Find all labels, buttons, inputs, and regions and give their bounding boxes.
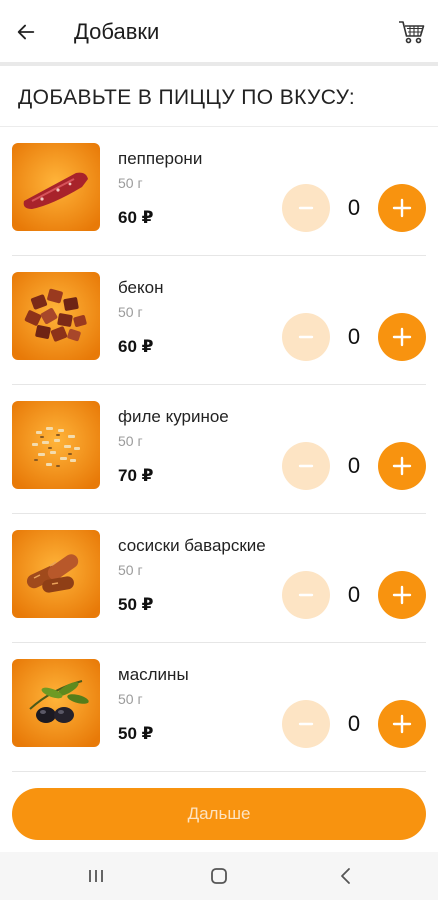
increase-button[interactable]	[378, 571, 426, 619]
plus-icon	[392, 714, 412, 734]
topping-weight: 50 г	[118, 175, 143, 191]
bacon-image	[12, 272, 100, 360]
system-back-button[interactable]	[334, 864, 358, 888]
section-title: ДОБАВЬТЕ В ПИЦЦУ ПО ВКУСУ:	[18, 86, 356, 109]
topping-price: 60 ₽	[118, 208, 154, 227]
page-title: Добавки	[74, 19, 160, 44]
decrease-button[interactable]	[282, 442, 330, 490]
topping-weight: 50 г	[118, 304, 143, 320]
topping-weight: 50 г	[118, 691, 143, 707]
recents-button[interactable]	[84, 864, 108, 888]
quantity-value: 0	[347, 195, 361, 220]
arrow-left-icon	[17, 24, 35, 40]
plus-icon	[392, 327, 412, 347]
increase-button[interactable]	[378, 442, 426, 490]
sausages-image	[12, 530, 100, 618]
increase-button[interactable]	[378, 700, 426, 748]
increase-button[interactable]	[378, 184, 426, 232]
topping-row-sausages: сосиски баварские 50 г 50 ₽ 0	[0, 514, 438, 643]
chicken-image	[12, 401, 100, 489]
quantity-value: 0	[347, 324, 361, 349]
topping-name: филе куриное	[118, 407, 229, 426]
topping-row-pepperoni: пепперони 50 г 60 ₽ 0	[0, 127, 438, 256]
plus-icon	[392, 585, 412, 605]
cart-icon	[399, 21, 425, 44]
topping-name: пепперони	[118, 149, 203, 168]
topping-row-chicken: филе куриное 50 г 70 ₽ 0	[0, 385, 438, 514]
row-divider	[12, 771, 426, 772]
recents-icon	[89, 870, 103, 882]
quantity-value: 0	[347, 711, 361, 736]
decrease-button[interactable]	[282, 184, 330, 232]
quantity-value: 0	[347, 453, 361, 478]
plus-icon	[392, 456, 412, 476]
back-button[interactable]	[6, 12, 46, 52]
topping-price: 70 ₽	[118, 466, 154, 485]
chevron-left-icon	[341, 868, 350, 884]
home-button[interactable]	[207, 864, 231, 888]
olives-image	[12, 659, 100, 747]
minus-icon	[298, 722, 314, 726]
topping-price: 60 ₽	[118, 337, 154, 356]
topping-name: маслины	[118, 665, 189, 684]
increase-button[interactable]	[378, 313, 426, 361]
topping-name: бекон	[118, 278, 164, 297]
minus-icon	[298, 464, 314, 468]
system-nav-bar	[0, 852, 438, 900]
topping-weight: 50 г	[118, 433, 143, 449]
app-bar: Добавки	[0, 0, 438, 64]
plus-icon	[392, 198, 412, 218]
next-button[interactable]: Дальше	[12, 788, 426, 840]
decrease-button[interactable]	[282, 571, 330, 619]
home-icon	[211, 868, 227, 884]
topping-price: 50 ₽	[118, 724, 154, 743]
cart-button[interactable]	[392, 12, 432, 52]
topping-name: сосиски баварские	[118, 536, 266, 555]
quantity-value: 0	[347, 582, 361, 607]
header-divider	[0, 62, 438, 66]
minus-icon	[298, 206, 314, 210]
minus-icon	[298, 593, 314, 597]
topping-row-bacon: бекон 50 г 60 ₽ 0	[0, 256, 438, 385]
minus-icon	[298, 335, 314, 339]
pepperoni-image	[12, 143, 100, 231]
topping-price: 50 ₽	[118, 595, 154, 614]
topping-row-olives: маслины 50 г 50 ₽ 0	[0, 643, 438, 772]
topping-list: пепперони 50 г 60 ₽ 0 бекон 50 г 60 ₽ 0 …	[0, 127, 438, 772]
topping-weight: 50 г	[118, 562, 143, 578]
decrease-button[interactable]	[282, 313, 330, 361]
decrease-button[interactable]	[282, 700, 330, 748]
